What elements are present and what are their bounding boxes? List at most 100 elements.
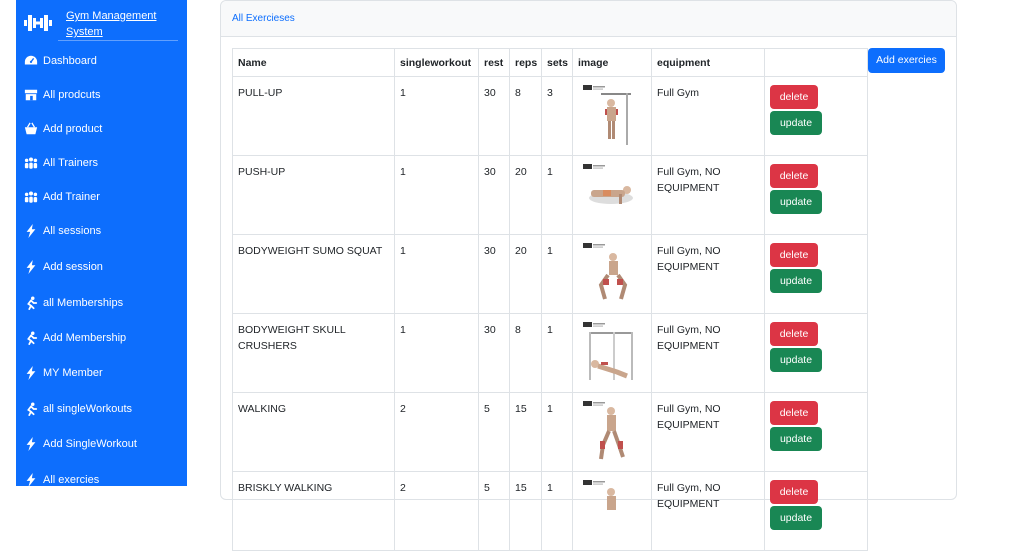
lightning-icon xyxy=(24,224,43,238)
cell-rest: 5 xyxy=(478,392,510,472)
cell-sets: 1 xyxy=(541,313,573,393)
sidebar-item-label: all Memberships xyxy=(43,297,124,309)
table-header-row: Name singleworkout rest reps sets image equipm… xyxy=(232,48,868,77)
update-button[interactable]: update xyxy=(770,111,822,135)
sidebar-item-label: All sessions xyxy=(43,225,102,237)
cell-rest: 5 xyxy=(478,471,510,551)
exercise-image xyxy=(581,162,646,226)
cell-singleworkout: 2 xyxy=(394,392,479,472)
cell-equipment: Full Gym, NO EQUIPMENT xyxy=(651,471,765,551)
lightning-icon xyxy=(24,260,43,274)
running-person-icon xyxy=(24,402,43,416)
app-title[interactable]: Gym Management System xyxy=(66,8,156,40)
update-button[interactable]: update xyxy=(770,506,822,530)
sidebar-item-add-trainer[interactable]: Add Trainer xyxy=(24,190,100,204)
cell-name: BODYWEIGHT SKULL CRUSHERS xyxy=(232,313,395,393)
sidebar-item-label: All Trainers xyxy=(43,157,99,169)
cell-reps: 20 xyxy=(509,234,542,314)
cell-singleworkout: 1 xyxy=(394,155,479,235)
delete-button[interactable]: delete xyxy=(770,85,818,109)
cell-image xyxy=(572,392,652,472)
running-person-icon xyxy=(24,296,43,310)
basket-icon xyxy=(24,122,43,136)
cell-name: PULL-UP xyxy=(232,76,395,156)
shop-icon xyxy=(24,88,43,102)
exercises-table: Name singleworkout rest reps sets image equipm… xyxy=(232,48,868,551)
exercise-image xyxy=(581,478,646,542)
cell-actions: delete update xyxy=(764,234,868,314)
cell-sets: 3 xyxy=(541,76,573,156)
cell-image xyxy=(572,234,652,314)
cell-actions: delete update xyxy=(764,313,868,393)
update-button[interactable]: update xyxy=(770,269,822,293)
cell-actions: delete update xyxy=(764,76,868,156)
cell-reps: 8 xyxy=(509,76,542,156)
speedometer-icon xyxy=(24,54,43,68)
people-icon xyxy=(24,190,43,204)
update-button[interactable]: update xyxy=(770,190,822,214)
sidebar-item-all-trainers[interactable]: All Trainers xyxy=(24,156,98,170)
add-exercise-button[interactable]: Add exercies xyxy=(868,48,945,73)
cell-image xyxy=(572,155,652,235)
cell-reps: 15 xyxy=(509,471,542,551)
sidebar-item-label: Add product xyxy=(43,123,103,135)
sidebar-item-all-sessions[interactable]: All sessions xyxy=(24,224,101,238)
card-header: All Exercieses xyxy=(221,1,956,37)
cell-name: BRISKLY WALKING xyxy=(232,471,395,551)
cell-singleworkout: 1 xyxy=(394,76,479,156)
cell-equipment: Full Gym, NO EQUIPMENT xyxy=(651,234,765,314)
sidebar-item-my-member[interactable]: MY Member xyxy=(24,366,103,380)
people-icon xyxy=(24,156,43,170)
sidebar-item-add-singleworkout[interactable]: Add SingleWorkout xyxy=(24,437,137,451)
sidebar-item-add-membership[interactable]: Add Membership xyxy=(24,331,126,345)
cell-image xyxy=(572,313,652,393)
sidebar-item-label: Add session xyxy=(43,261,103,273)
cell-reps: 8 xyxy=(509,313,542,393)
sidebar: Gym Management System Dashboard All prodc… xyxy=(16,0,187,486)
sidebar-item-label: All prodcuts xyxy=(43,89,101,101)
column-header: Name xyxy=(232,48,395,77)
cell-sets: 1 xyxy=(541,392,573,472)
column-header: reps xyxy=(509,48,542,77)
cell-equipment: Full Gym, NO EQUIPMENT xyxy=(651,313,765,393)
sidebar-item-add-session[interactable]: Add session xyxy=(24,260,103,274)
column-header: singleworkout xyxy=(394,48,479,77)
dumbbell-icon xyxy=(24,15,52,31)
cell-name: BODYWEIGHT SUMO SQUAT xyxy=(232,234,395,314)
delete-button[interactable]: delete xyxy=(770,480,818,504)
delete-button[interactable]: delete xyxy=(770,164,818,188)
cell-rest: 30 xyxy=(478,313,510,393)
sidebar-item-all-prodcuts[interactable]: All prodcuts xyxy=(24,88,100,102)
brand[interactable]: Gym Management System xyxy=(16,0,187,41)
sidebar-item-add-product[interactable]: Add product xyxy=(24,122,102,136)
update-button[interactable]: update xyxy=(770,427,822,451)
sidebar-item-label: Add SingleWorkout xyxy=(43,438,137,450)
cell-actions: delete update xyxy=(764,392,868,472)
update-button[interactable]: update xyxy=(770,348,822,372)
exercise-image xyxy=(581,320,646,384)
exercise-image xyxy=(581,399,646,463)
cell-name: PUSH-UP xyxy=(232,155,395,235)
lightning-icon xyxy=(24,366,43,380)
exercise-image xyxy=(581,241,646,305)
cell-sets: 1 xyxy=(541,471,573,551)
main-card: All Exercieses Name singleworkout rest reps… xyxy=(220,0,957,551)
delete-button[interactable]: delete xyxy=(770,322,818,346)
brand-divider xyxy=(58,40,178,41)
sidebar-item-all-singleworkouts[interactable]: all singleWorkouts xyxy=(24,402,132,416)
cell-rest: 30 xyxy=(478,234,510,314)
cell-equipment: Full Gym xyxy=(651,76,765,156)
table-row: BRISKLY WALKING 2 5 15 1 Full Gym, NO EQUIPME… xyxy=(232,471,868,551)
cell-reps: 15 xyxy=(509,392,542,472)
cell-singleworkout: 1 xyxy=(394,313,479,393)
cell-equipment: Full Gym, NO EQUIPMENT xyxy=(651,155,765,235)
cell-singleworkout: 2 xyxy=(394,471,479,551)
sidebar-item-label: All exercies xyxy=(43,474,100,486)
column-header: equipment xyxy=(651,48,765,77)
sidebar-item-all-memberships[interactable]: all Memberships xyxy=(24,296,123,310)
running-person-icon xyxy=(24,331,43,345)
delete-button[interactable]: delete xyxy=(770,401,818,425)
sidebar-item-dashboard[interactable]: Dashboard xyxy=(24,54,97,68)
delete-button[interactable]: delete xyxy=(770,243,818,267)
sidebar-item-all-exercies[interactable]: All exercies xyxy=(24,473,99,486)
